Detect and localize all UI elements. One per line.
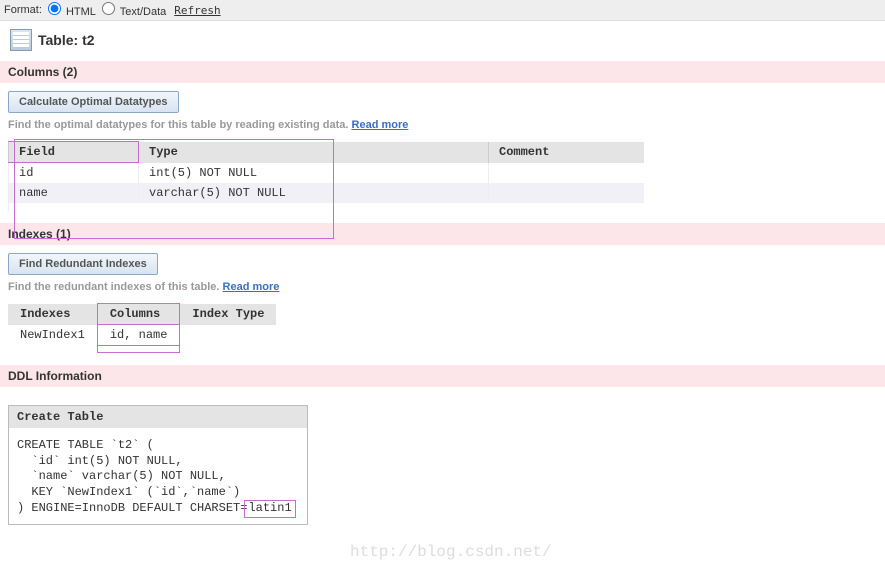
col-type-header: Type	[139, 142, 489, 163]
find-redundant-button[interactable]: Find Redundant Indexes	[8, 253, 158, 275]
idx-header-name: Indexes	[8, 304, 97, 325]
table-row: name varchar(5) NOT NULL	[9, 183, 644, 203]
section-header-ddl: DDL Information	[0, 365, 885, 387]
format-option-html[interactable]: HTML	[46, 2, 96, 18]
ddl-charset-highlight: latin1	[244, 500, 295, 518]
table-row: NewIndex1 id, name	[8, 325, 276, 346]
section-header-indexes: Indexes (1)	[0, 223, 885, 245]
table-icon	[10, 29, 32, 51]
columns-hint: Find the optimal datatypes for this tabl…	[8, 119, 877, 131]
idx-header-columns: Columns	[97, 304, 180, 325]
calculate-datatypes-button[interactable]: Calculate Optimal Datatypes	[8, 91, 179, 113]
refresh-link[interactable]: Refresh	[174, 4, 220, 17]
format-radio-text[interactable]	[102, 2, 115, 15]
ddl-heading: Create Table	[9, 406, 307, 428]
watermark: http://blog.csdn.net/	[350, 543, 552, 561]
table-row: id int(5) NOT NULL	[9, 163, 644, 184]
section-ddl: Create Table CREATE TABLE `t2` ( `id` in…	[0, 387, 885, 533]
ddl-box: Create Table CREATE TABLE `t2` ( `id` in…	[8, 405, 308, 525]
indexes-hint: Find the redundant indexes of this table…	[8, 281, 877, 293]
format-radio-html[interactable]	[48, 2, 61, 15]
format-option-text[interactable]: Text/Data	[100, 2, 166, 18]
format-label: Format:	[4, 4, 42, 16]
read-more-link[interactable]: Read more	[352, 119, 409, 131]
section-header-columns: Columns (2)	[0, 61, 885, 83]
title-row: Table: t2	[0, 21, 885, 57]
idx-header-type: Index Type	[180, 304, 277, 325]
read-more-link[interactable]: Read more	[223, 281, 280, 293]
ddl-sql: CREATE TABLE `t2` ( `id` int(5) NOT NULL…	[9, 428, 307, 524]
col-field-header: Field	[9, 142, 139, 163]
page-title: Table: t2	[38, 32, 95, 48]
columns-table: Field Type Comment id int(5) NOT NULL na…	[8, 141, 644, 211]
format-bar: Format: HTML Text/Data Refresh	[0, 0, 885, 21]
indexes-table: Indexes Columns Index Type NewIndex1 id,…	[8, 303, 276, 353]
section-columns: Calculate Optimal Datatypes Find the opt…	[0, 83, 885, 219]
section-indexes: Find Redundant Indexes Find the redundan…	[0, 245, 885, 361]
col-comment-header: Comment	[489, 142, 644, 163]
